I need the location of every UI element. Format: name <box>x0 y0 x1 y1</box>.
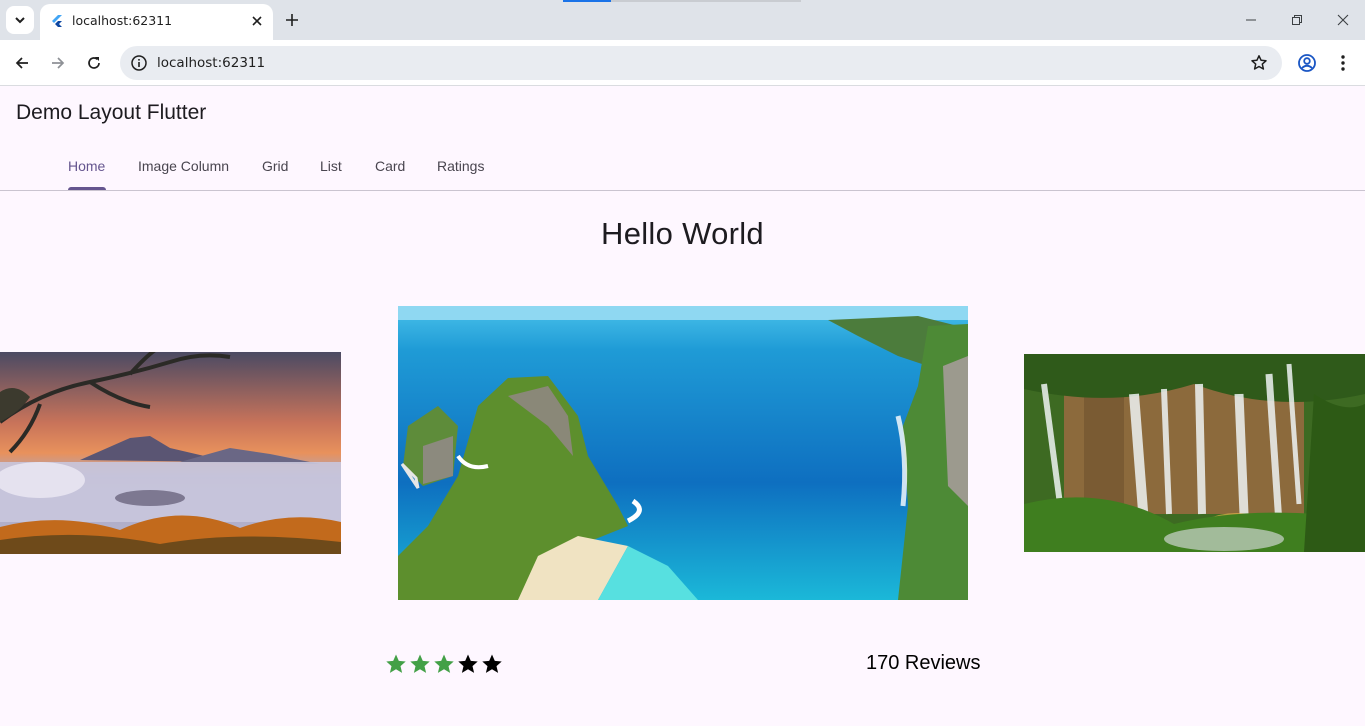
page-heading: Hello World <box>601 216 764 251</box>
tab-home[interactable]: Home <box>68 158 105 174</box>
reload-button[interactable] <box>80 49 108 77</box>
tab-indicator <box>68 187 106 190</box>
close-icon <box>1337 14 1349 26</box>
star-rating <box>384 652 504 676</box>
back-button[interactable] <box>8 49 36 77</box>
flutter-icon <box>52 15 62 27</box>
waterfall-forest-image[interactable] <box>1024 354 1365 552</box>
loading-indicator <box>563 0 611 2</box>
coastal-cliff-beach-image[interactable] <box>398 306 968 600</box>
tab-image-column[interactable]: Image Column <box>138 158 229 174</box>
reviews-count: 170 Reviews <box>866 652 981 674</box>
tab-title: localhost:62311 <box>72 13 173 28</box>
star-icon <box>410 654 430 673</box>
reload-icon <box>88 57 100 69</box>
info-icon[interactable] <box>130 54 148 72</box>
forward-button[interactable] <box>44 49 72 77</box>
restore-button[interactable] <box>1282 6 1312 34</box>
star-icon <box>482 654 502 673</box>
chevron-down-icon <box>15 17 25 24</box>
star-icon <box>458 654 478 673</box>
tab-close-button[interactable] <box>249 13 265 29</box>
tab-bar: Home Image Column Grid List Card Ratings <box>0 141 1365 191</box>
tab-search-button[interactable] <box>6 6 34 34</box>
window-close-button[interactable] <box>1328 6 1358 34</box>
minimize-button[interactable] <box>1236 6 1266 34</box>
arrow-left-icon <box>15 57 28 69</box>
star-icon <box>386 654 406 673</box>
volcano-sunrise-image[interactable] <box>0 352 341 554</box>
browser-tabstrip: localhost:62311 <box>0 0 1365 40</box>
app-bar-title: Demo Layout Flutter <box>16 101 207 124</box>
address-bar[interactable]: localhost:62311 <box>120 46 1282 80</box>
browser-toolbar: localhost:62311 <box>0 40 1365 86</box>
star-icon <box>434 654 454 673</box>
new-tab-button[interactable] <box>280 8 304 32</box>
tab-grid[interactable]: Grid <box>262 158 288 174</box>
minimize-icon <box>1246 19 1256 21</box>
close-icon <box>252 16 262 26</box>
browser-tab[interactable]: localhost:62311 <box>40 4 273 40</box>
tab-card[interactable]: Card <box>375 158 405 174</box>
url-text[interactable]: localhost:62311 <box>157 55 265 71</box>
restore-icon <box>1292 15 1302 25</box>
plus-icon <box>286 14 298 26</box>
loading-track <box>611 0 801 2</box>
account-icon <box>1298 54 1316 72</box>
menu-button[interactable] <box>1329 49 1357 77</box>
arrow-right-icon <box>52 57 65 69</box>
tab-ratings[interactable]: Ratings <box>437 158 484 174</box>
tab-list[interactable]: List <box>320 158 342 174</box>
bookmark-star-icon[interactable] <box>1250 54 1268 72</box>
profile-button[interactable] <box>1293 49 1321 77</box>
more-vert-icon <box>1341 55 1345 71</box>
